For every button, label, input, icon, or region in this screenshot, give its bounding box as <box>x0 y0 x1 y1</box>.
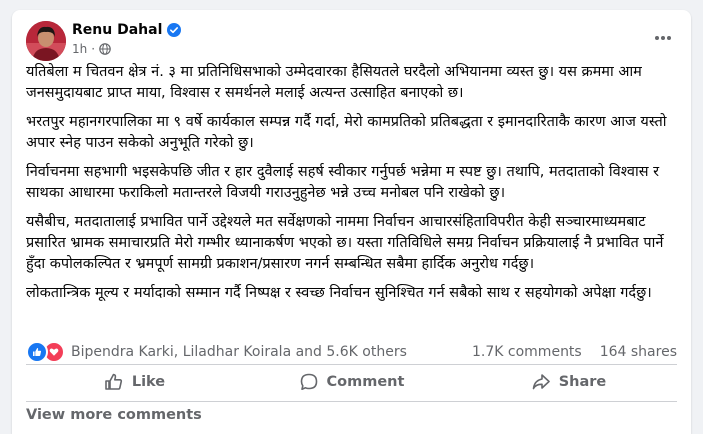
shares-count[interactable]: 164 shares <box>600 344 677 360</box>
more-options-icon[interactable] <box>649 26 677 50</box>
post-paragraph: निर्वाचनमा सहभागी भइसकेपछि जीत र हार दुव… <box>26 164 660 201</box>
globe-icon[interactable] <box>99 43 111 55</box>
comment-label: Comment <box>326 374 405 390</box>
verified-badge-icon <box>167 23 182 37</box>
engagement-stats: Bipendra Karki, Liladhar Koirala and 5.6… <box>26 341 677 363</box>
post-paragraph: भरतपुर महानगरपालिका मा ९ वर्षे कार्यकाल … <box>26 114 667 151</box>
actions-divider <box>26 401 677 402</box>
post-meta: 1h · <box>72 42 111 56</box>
author-name[interactable]: Renu Dahal <box>72 21 162 39</box>
author-avatar[interactable] <box>26 21 66 61</box>
post-card: Renu Dahal 1h · यतिबेला म चितवन क्षेत्र … <box>12 10 691 434</box>
post-header: Renu Dahal 1h · <box>12 10 691 70</box>
like-button[interactable]: Like <box>26 365 243 399</box>
author-row: Renu Dahal <box>72 21 182 39</box>
post-paragraph: लोकतान्त्रिक मूल्य र मर्यादाको सम्मान गर… <box>26 285 652 301</box>
share-icon <box>532 374 550 390</box>
reaction-icons[interactable] <box>26 341 65 363</box>
post-body: यतिबेला म चितवन क्षेत्र नं. ३ मा प्रतिनि… <box>26 62 678 312</box>
comment-icon <box>300 373 317 390</box>
comment-button[interactable]: Comment <box>243 365 460 399</box>
like-label: Like <box>131 374 166 390</box>
meta-separator: · <box>91 42 96 56</box>
reactors-summary[interactable]: Bipendra Karki, Liladhar Koirala and 5.6… <box>71 344 407 360</box>
post-paragraph: यसैबीच, मतदातालाई प्रभावित पार्ने उद्देश… <box>26 214 664 272</box>
post-paragraph: यतिबेला म चितवन क्षेत्र नं. ३ मा प्रतिनि… <box>26 64 642 101</box>
post-timestamp[interactable]: 1h <box>72 42 87 56</box>
comments-count[interactable]: 1.7K comments <box>472 344 582 360</box>
share-button[interactable]: Share <box>460 365 677 399</box>
like-reaction-icon <box>26 341 48 363</box>
share-label: Share <box>558 374 607 390</box>
post-actions: Like Comment Share <box>26 365 677 399</box>
view-more-comments-link[interactable]: View more comments <box>26 407 202 423</box>
like-icon <box>105 373 122 390</box>
